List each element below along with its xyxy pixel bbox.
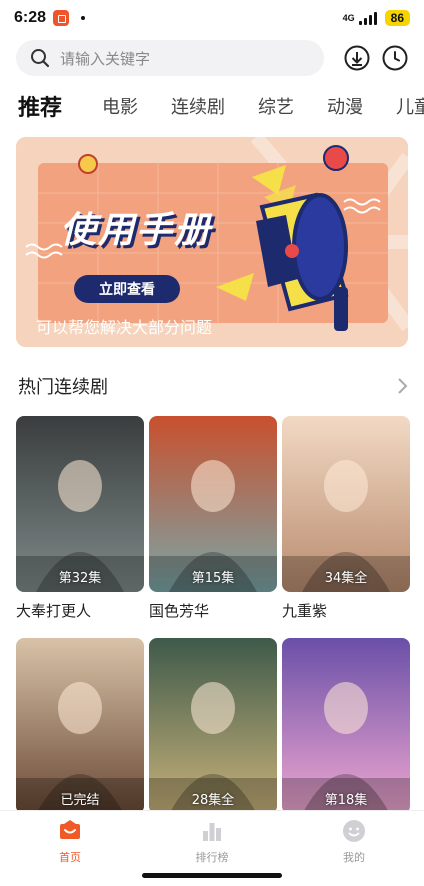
series-card[interactable]: 第32集大奉打更人 xyxy=(16,416,144,621)
battery-indicator: 86 xyxy=(384,10,410,26)
episode-badge: 第32集 xyxy=(58,571,102,586)
search-row: 请输入关键字 xyxy=(16,40,408,76)
app-notification-icon xyxy=(53,10,70,26)
banner-view-button[interactable]: 立即查看 xyxy=(74,275,180,303)
episode-badge: 第15集 xyxy=(191,571,235,586)
status-time: 6:28 xyxy=(14,9,47,26)
series-poster[interactable]: 已完结 xyxy=(16,638,144,814)
nav-ranking-label: 排行榜 xyxy=(195,851,229,864)
series-card[interactable]: 第18集 xyxy=(282,638,410,814)
banner-headline: 使用手册 xyxy=(60,210,213,251)
ranking-icon xyxy=(200,819,224,843)
promo-banner[interactable]: 使用手册 立即查看 可以帮您解决大部分问题 xyxy=(16,137,408,347)
series-poster[interactable]: 第32集 xyxy=(16,416,144,592)
search-icon xyxy=(30,48,50,68)
series-title[interactable]: 国色芳华 xyxy=(149,600,277,621)
banner-caption: 可以帮您解决大部分问题 xyxy=(36,318,213,337)
status-bar: 6:28 4G 86 xyxy=(0,0,424,36)
section-title: 热门连续剧 xyxy=(18,377,108,398)
series-poster[interactable]: 28集全 xyxy=(149,638,277,814)
tab-anime[interactable]: 动漫 xyxy=(327,93,363,119)
tab-kids[interactable]: 儿童 xyxy=(396,93,424,119)
search-input[interactable]: 请输入关键字 xyxy=(16,40,324,76)
episode-badge: 28集全 xyxy=(191,793,235,808)
episode-badge: 34集全 xyxy=(324,571,368,586)
nav-ranking[interactable]: 排行榜 xyxy=(162,819,262,865)
profile-icon xyxy=(342,819,366,843)
bottom-nav: 首页 排行榜 我的 xyxy=(0,810,424,886)
download-icon[interactable] xyxy=(344,45,370,71)
signal-icon xyxy=(358,11,377,25)
search-placeholder: 请输入关键字 xyxy=(60,49,151,68)
series-card[interactable]: 28集全 xyxy=(149,638,277,814)
hot-series-header[interactable]: 热门连续剧 xyxy=(18,372,408,400)
series-card[interactable]: 已完结 xyxy=(16,638,144,814)
nav-home[interactable]: 首页 xyxy=(20,819,120,865)
episode-badge: 已完结 xyxy=(60,793,100,808)
tab-variety[interactable]: 综艺 xyxy=(258,93,294,119)
series-poster[interactable]: 第18集 xyxy=(282,638,410,814)
nav-profile-label: 我的 xyxy=(343,851,365,864)
series-poster[interactable]: 第15集 xyxy=(149,416,277,592)
history-clock-icon[interactable] xyxy=(382,45,408,71)
series-card[interactable]: 34集全九重紫 xyxy=(282,416,410,621)
status-indicators: 4G 86 xyxy=(343,10,410,26)
nav-profile[interactable]: 我的 xyxy=(304,819,404,865)
nav-home-label: 首页 xyxy=(59,851,81,864)
episode-badge: 第18集 xyxy=(324,793,368,808)
notification-dot xyxy=(81,16,86,20)
tab-recommend[interactable]: 推荐 xyxy=(18,90,62,122)
home-indicator xyxy=(142,873,282,878)
series-card[interactable]: 第15集国色芳华 xyxy=(149,416,277,621)
chevron-right-icon[interactable] xyxy=(396,377,408,395)
category-tabs: 推荐 电影 连续剧 综艺 动漫 儿童 xyxy=(18,90,424,122)
series-poster[interactable]: 34集全 xyxy=(282,416,410,592)
series-title[interactable]: 大奉打更人 xyxy=(16,600,144,621)
network-label: 4G xyxy=(342,12,355,23)
tab-movies[interactable]: 电影 xyxy=(102,93,138,119)
tab-series[interactable]: 连续剧 xyxy=(171,93,225,119)
series-title[interactable]: 九重紫 xyxy=(282,600,410,621)
home-icon xyxy=(58,819,82,843)
